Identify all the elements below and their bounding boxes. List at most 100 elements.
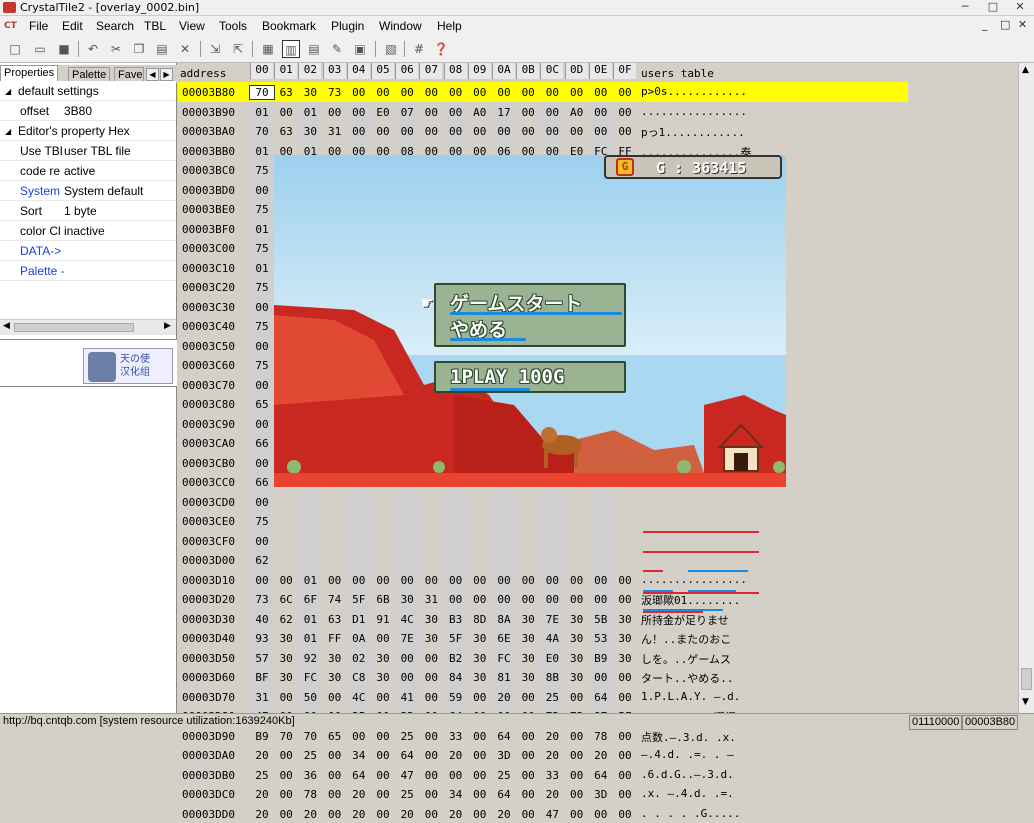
hex-byte[interactable]: D1 [347,613,371,626]
row-text[interactable]: ................ [641,573,747,586]
hex-byte[interactable]: 01 [250,145,274,158]
hex-byte[interactable]: 00 [395,574,419,587]
hex-byte[interactable]: 00 [250,184,274,197]
hex-byte[interactable]: 00 [589,574,613,587]
menu-edit[interactable]: Edit [62,19,83,33]
hex-byte[interactable]: 6F [298,593,322,606]
menu-tbl[interactable]: TBL [144,19,166,33]
delete-icon[interactable]: ✕ [176,40,194,58]
hex-byte[interactable]: 00 [468,808,492,821]
hex-byte[interactable]: 00 [371,808,395,821]
hex-row[interactable]: 00003B8070633073000000000000000000000000… [178,82,908,102]
hex-byte[interactable]: 30 [371,671,395,684]
row-text[interactable]: 1.P.L.A.Y. —.d. [641,690,740,703]
row-text[interactable]: 点数.—.3.d. .x. [641,729,736,745]
hex-byte[interactable]: 33 [444,730,468,743]
hex-byte[interactable]: 4C [347,691,371,704]
app-menu-icon[interactable]: CT [4,21,20,31]
hex-byte[interactable]: 00 [613,788,637,801]
hex-byte[interactable]: 92 [298,652,322,665]
hex-byte[interactable]: 00 [419,652,443,665]
hex-byte[interactable]: 50 [298,691,322,704]
hex-byte[interactable]: 00 [516,86,540,99]
hex-byte[interactable]: 00 [419,769,443,782]
open-folder-icon[interactable]: ▭ [31,40,49,58]
hex-byte[interactable]: 6C [274,593,298,606]
hex-byte[interactable]: 20 [444,749,468,762]
hex-byte[interactable]: 70 [250,125,274,138]
hex-byte[interactable]: 00 [444,769,468,782]
hex-byte[interactable]: 65 [250,398,274,411]
hex-byte[interactable]: 00 [468,86,492,99]
hex-byte[interactable]: 33 [540,769,564,782]
tab-scroll-left-icon[interactable]: ◀ [146,68,159,81]
menu-plugin[interactable]: Plugin [331,19,364,33]
hex-byte[interactable]: 25 [395,788,419,801]
row-text[interactable]: しを。..ゲームス [641,651,731,667]
hex-byte[interactable]: 00 [565,730,589,743]
hex-byte[interactable]: 00 [565,593,589,606]
hex-byte[interactable]: 00 [323,769,347,782]
scroll-left-icon[interactable]: ◀ [3,321,10,331]
help-icon[interactable]: ❓ [432,40,450,58]
hex-byte[interactable]: 00 [468,125,492,138]
hex-byte[interactable]: 01 [298,106,322,119]
hex-byte[interactable]: 25 [298,749,322,762]
row-text[interactable]: .6.d.G..—.3.d. [641,768,734,781]
menu-window[interactable]: Window [379,19,422,33]
hex-byte[interactable]: 00 [419,86,443,99]
hex-byte[interactable]: 31 [323,125,347,138]
prop-system[interactable]: System lSystem default [0,181,176,201]
prop-code[interactable]: code reactive [0,161,176,181]
hex-byte[interactable]: 20 [395,808,419,821]
hex-byte[interactable]: 00 [589,671,613,684]
hex-byte[interactable]: 00 [565,749,589,762]
row-text[interactable]: 所持金が足りませ [641,612,729,628]
hex-byte[interactable]: 00 [516,769,540,782]
hex-byte[interactable]: 30 [516,632,540,645]
hex-byte[interactable]: 00 [492,86,516,99]
hex-byte[interactable]: 17 [492,106,516,119]
hex-byte[interactable]: 00 [395,652,419,665]
hex-byte[interactable]: 00 [419,671,443,684]
hex-byte[interactable]: 20 [347,808,371,821]
hex-byte[interactable]: 20 [540,730,564,743]
hex-byte[interactable]: 00 [250,496,274,509]
hex-byte[interactable]: 00 [492,125,516,138]
prop-category-default[interactable]: ◢default settings [0,81,176,101]
scroll-right-icon[interactable]: ▶ [164,321,171,331]
hex-byte[interactable]: 30 [613,652,637,665]
hex-byte[interactable]: 00 [589,808,613,821]
hex-byte[interactable]: 00 [250,379,274,392]
hex-byte[interactable]: 00 [371,574,395,587]
hex-byte[interactable]: 00 [419,730,443,743]
hex-byte[interactable]: 25 [492,769,516,782]
hex-byte[interactable]: 00 [468,574,492,587]
hex-byte[interactable]: 00 [395,86,419,99]
hex-byte[interactable]: 20 [589,749,613,762]
hex-byte[interactable]: 00 [613,574,637,587]
menu-view[interactable]: View [179,19,205,33]
row-text[interactable]: . . . . .G..... [641,807,740,820]
hex-byte[interactable]: FC [298,671,322,684]
hex-vertical-scrollbar[interactable]: ▲ ▼ [1018,63,1034,713]
hex-byte[interactable]: 00 [565,574,589,587]
hex-byte[interactable]: 00 [347,574,371,587]
hex-byte[interactable]: 00 [540,125,564,138]
menu-tools[interactable]: Tools [219,19,247,33]
hex-byte[interactable]: 00 [274,574,298,587]
save-icon[interactable]: ■ [55,40,73,58]
hex-byte[interactable]: 00 [274,749,298,762]
hex-byte[interactable]: 01 [298,632,322,645]
hex-byte[interactable]: 00 [468,593,492,606]
import-icon[interactable]: ⇲ [206,40,224,58]
hex-byte[interactable]: 00 [371,86,395,99]
collapse-icon[interactable]: ◢ [5,127,11,136]
hex-byte[interactable]: 30 [419,632,443,645]
hex-byte[interactable]: 00 [516,730,540,743]
hex-byte[interactable]: 57 [250,652,274,665]
hex-byte[interactable]: 00 [323,808,347,821]
hex-byte[interactable]: 47 [540,808,564,821]
hex-byte[interactable]: 00 [492,574,516,587]
hex-byte[interactable]: 20 [492,691,516,704]
